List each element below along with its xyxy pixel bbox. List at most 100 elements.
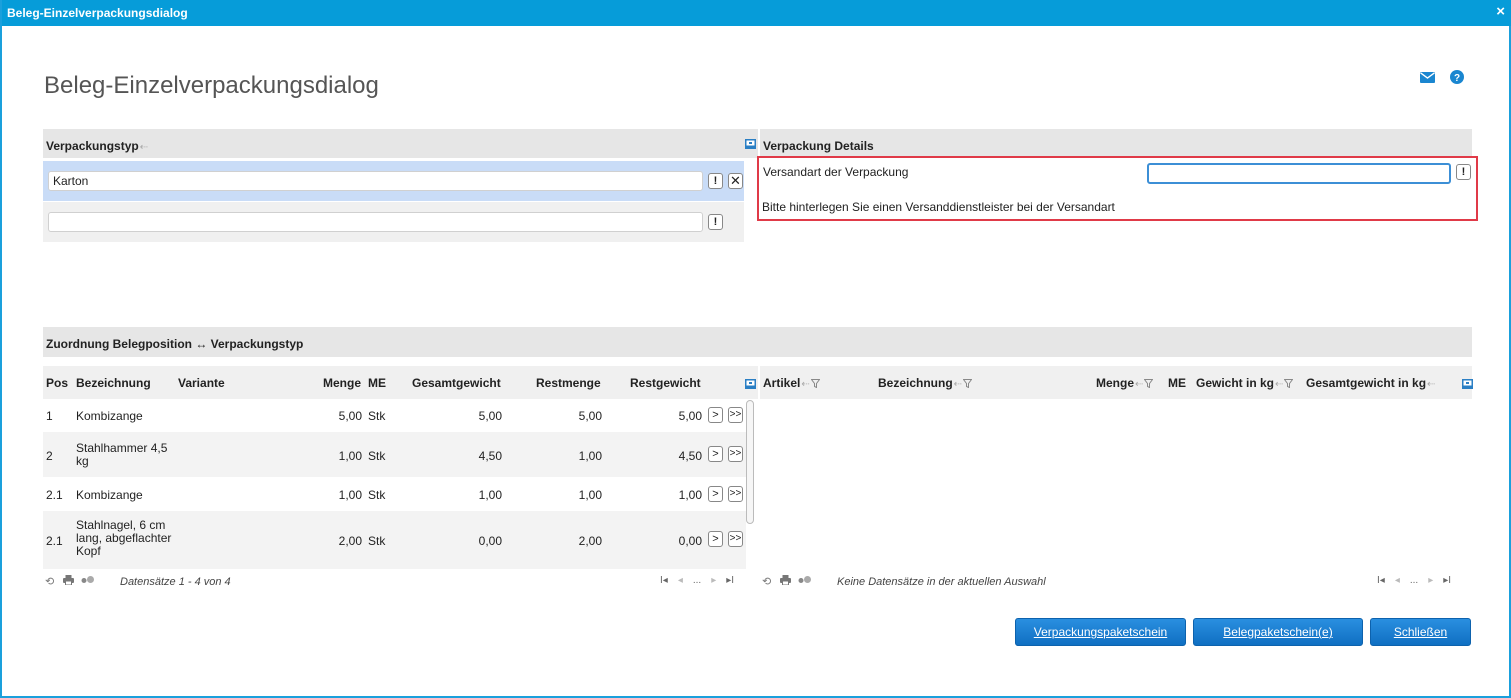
table-row[interactable]: 2.1 Stahlnagel, 6 cm lang, abgeflachter … <box>43 511 746 569</box>
col-gesamtgewicht[interactable]: Gesamtgewicht in kg⇠ <box>1306 376 1435 390</box>
cell-pos: 1 <box>46 409 53 423</box>
print-icon[interactable] <box>780 575 791 588</box>
sort-icon[interactable]: ⇠ <box>1275 379 1283 390</box>
prev-page-icon[interactable]: ◂ <box>678 575 683 586</box>
sort-icon[interactable]: ⇠ <box>140 142 148 153</box>
col-artikel[interactable]: Artikel⇠ <box>763 376 821 391</box>
packaging-details-header-label: Verpackung Details <box>763 139 874 153</box>
right-grid-pager: I◂ ◂ ... ▸ ▸I <box>1377 575 1451 586</box>
col-menge[interactable]: Menge <box>323 376 361 390</box>
cell-me: Stk <box>368 488 386 502</box>
page-dots[interactable]: ... <box>693 575 701 586</box>
packaging-type-input[interactable] <box>48 212 703 232</box>
warning-button[interactable]: ! <box>708 214 723 230</box>
cell-bezeichnung: Stahlnagel, 6 cm lang, abgeflachter Kopf <box>76 518 172 558</box>
left-grid-scrollbar[interactable] <box>746 398 756 568</box>
col-gewicht-label: Gewicht in kg <box>1196 376 1275 390</box>
cell-pos: 2 <box>46 449 53 463</box>
cell-menge: 5,00 <box>338 409 362 423</box>
document-slip-button[interactable]: Belegpaketschein(e) <box>1193 618 1363 646</box>
col-me[interactable]: ME <box>368 376 386 390</box>
col-menge[interactable]: Menge⇠ <box>1096 376 1154 391</box>
col-gewicht[interactable]: Gewicht in kg⇠ <box>1196 376 1294 391</box>
mail-icon[interactable] <box>1419 69 1435 85</box>
settings-icon[interactable] <box>798 575 812 587</box>
cell-menge: 2,00 <box>338 534 362 548</box>
filter-icon[interactable] <box>1283 377 1294 391</box>
assign-all-button[interactable]: >> <box>728 407 743 423</box>
help-icon[interactable]: ? <box>1449 69 1465 85</box>
first-page-icon[interactable]: I◂ <box>660 575 668 586</box>
assign-all-button[interactable]: >> <box>728 486 743 502</box>
sort-icon[interactable]: ⇠ <box>801 379 809 390</box>
close-icon[interactable]: × <box>1496 4 1505 20</box>
col-restmenge[interactable]: Restmenge <box>536 376 601 390</box>
top-icons: ? <box>1419 69 1465 85</box>
filter-icon[interactable] <box>810 377 821 391</box>
refresh-icon[interactable]: ⟲ <box>45 575 54 588</box>
last-page-icon[interactable]: ▸I <box>1443 575 1451 586</box>
shipping-method-label: Versandart der Verpackung <box>763 165 909 179</box>
warning-button[interactable]: ! <box>708 173 723 189</box>
col-restgewicht[interactable]: Restgewicht <box>630 376 701 390</box>
packaging-slip-button[interactable]: Verpackungspaketschein <box>1015 618 1186 646</box>
assign-one-button[interactable]: > <box>708 531 723 547</box>
packaging-type-row[interactable]: ! ✕ <box>43 161 744 201</box>
shipping-method-input[interactable] <box>1147 163 1451 184</box>
cell-me: Stk <box>368 449 386 463</box>
dialog-window: Beleg-Einzelverpackungsdialog × Beleg-Ei… <box>0 0 1511 698</box>
col-variante[interactable]: Variante <box>178 376 225 390</box>
cell-bezeichnung: Kombizange <box>76 409 143 423</box>
close-button[interactable]: Schließen <box>1370 618 1471 646</box>
filter-icon[interactable] <box>962 377 973 391</box>
warning-button[interactable]: ! <box>1456 164 1471 180</box>
page-title: Beleg-Einzelverpackungsdialog <box>44 72 379 99</box>
assign-one-button[interactable]: > <box>708 407 723 423</box>
col-bezeichnung-label: Bezeichnung <box>878 376 953 390</box>
shipping-message: Bitte hinterlegen Sie einen Versanddiens… <box>762 200 1115 214</box>
sort-icon[interactable]: ⇠ <box>1135 379 1143 390</box>
col-gesamtgewicht[interactable]: Gesamtgewicht <box>412 376 501 390</box>
col-me[interactable]: ME <box>1168 376 1186 390</box>
assign-one-button[interactable]: > <box>708 446 723 462</box>
column-chooser-icon[interactable] <box>1462 378 1473 392</box>
print-icon[interactable] <box>63 575 74 588</box>
cell-restmenge: 1,00 <box>578 449 602 463</box>
col-menge-label: Menge <box>1096 376 1135 390</box>
table-row[interactable]: 1 Kombizange 5,00 Stk 5,00 5,00 5,00 > >… <box>43 399 746 432</box>
right-grid-footer: ⟲ Keine Datensätze in der aktuellen Ausw… <box>760 572 1472 592</box>
shipping-details-box: Versandart der Verpackung ! Bitte hinter… <box>757 156 1478 221</box>
assign-all-button[interactable]: >> <box>728 531 743 547</box>
column-chooser-icon[interactable] <box>745 138 756 152</box>
record-count: Keine Datensätze in der aktuellen Auswah… <box>837 576 1046 588</box>
remove-button[interactable]: ✕ <box>728 173 743 189</box>
cell-pos: 2.1 <box>46 534 63 548</box>
first-page-icon[interactable]: I◂ <box>1377 575 1385 586</box>
assign-all-button[interactable]: >> <box>728 446 743 462</box>
scrollbar-thumb[interactable] <box>746 400 754 524</box>
table-row[interactable]: 2 Stahlhammer 4,5 kg 1,00 Stk 4,50 1,00 … <box>43 432 746 477</box>
next-page-icon[interactable]: ▸ <box>1428 575 1433 586</box>
window-title: Beleg-Einzelverpackungsdialog <box>7 6 188 20</box>
sort-icon[interactable]: ⇠ <box>1427 379 1435 390</box>
settings-icon[interactable] <box>81 575 95 587</box>
sort-icon[interactable]: ⇠ <box>954 379 962 390</box>
filter-icon[interactable] <box>1143 377 1154 391</box>
packaging-type-input[interactable] <box>48 171 703 191</box>
prev-page-icon[interactable]: ◂ <box>1395 575 1400 586</box>
col-bezeichnung[interactable]: Bezeichnung⇠ <box>878 376 973 391</box>
column-chooser-icon[interactable] <box>745 378 756 392</box>
col-pos[interactable]: Pos <box>46 376 68 390</box>
table-row[interactable]: 2.1 Kombizange 1,00 Stk 1,00 1,00 1,00 >… <box>43 477 746 511</box>
cell-restgewicht: 0,00 <box>678 534 702 548</box>
svg-text:?: ? <box>1454 73 1460 84</box>
page-dots[interactable]: ... <box>1410 575 1418 586</box>
refresh-icon[interactable]: ⟲ <box>762 575 771 588</box>
col-bezeichnung[interactable]: Bezeichnung <box>76 376 151 390</box>
cell-gesamtgewicht: 1,00 <box>478 488 502 502</box>
col-artikel-label: Artikel <box>763 376 801 390</box>
packaging-type-row[interactable]: ! <box>43 202 744 242</box>
assign-one-button[interactable]: > <box>708 486 723 502</box>
next-page-icon[interactable]: ▸ <box>711 575 716 586</box>
last-page-icon[interactable]: ▸I <box>726 575 734 586</box>
